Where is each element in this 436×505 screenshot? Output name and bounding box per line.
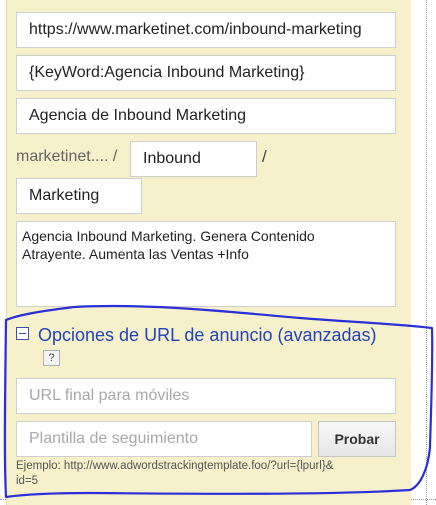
description-line-2: Atrayente. Aumenta las Ventas +Info [22,246,249,262]
dotted-border-right [426,0,427,505]
path-separator: / [262,147,267,166]
description-line-1: Agencia Inbound Marketing. Genera Conten… [22,228,315,244]
description-textarea[interactable]: Agencia Inbound Marketing. Genera Conten… [16,221,396,307]
headline-2-field[interactable]: Agencia de Inbound Marketing [16,98,396,134]
example-line-2: id=5 [16,475,39,487]
headline-1-field[interactable]: {KeyWord:Agencia Inbound Marketing} [16,55,396,91]
tracking-example-text: Ejemplo: http://www.adwordstrackingtempl… [16,459,396,489]
final-url-field[interactable]: https://www.marketinet.com/inbound-marke… [16,12,396,48]
collapse-toggle-icon[interactable] [16,327,29,340]
tracking-template-input[interactable]: Plantilla de seguimiento [16,421,312,457]
display-domain: marketinet.... / [16,148,118,165]
help-icon[interactable]: ? [43,350,60,366]
mobile-final-url-input[interactable]: URL final para móviles [16,378,396,414]
example-line-1: Ejemplo: http://www.adwordstrackingtempl… [16,460,334,472]
test-button[interactable]: Probar [318,421,396,457]
path-2-field[interactable]: Marketing [16,178,142,214]
advanced-url-options-link[interactable]: Opciones de URL de anuncio (avanzadas) [38,325,377,346]
path-1-field[interactable]: Inbound [130,141,257,177]
